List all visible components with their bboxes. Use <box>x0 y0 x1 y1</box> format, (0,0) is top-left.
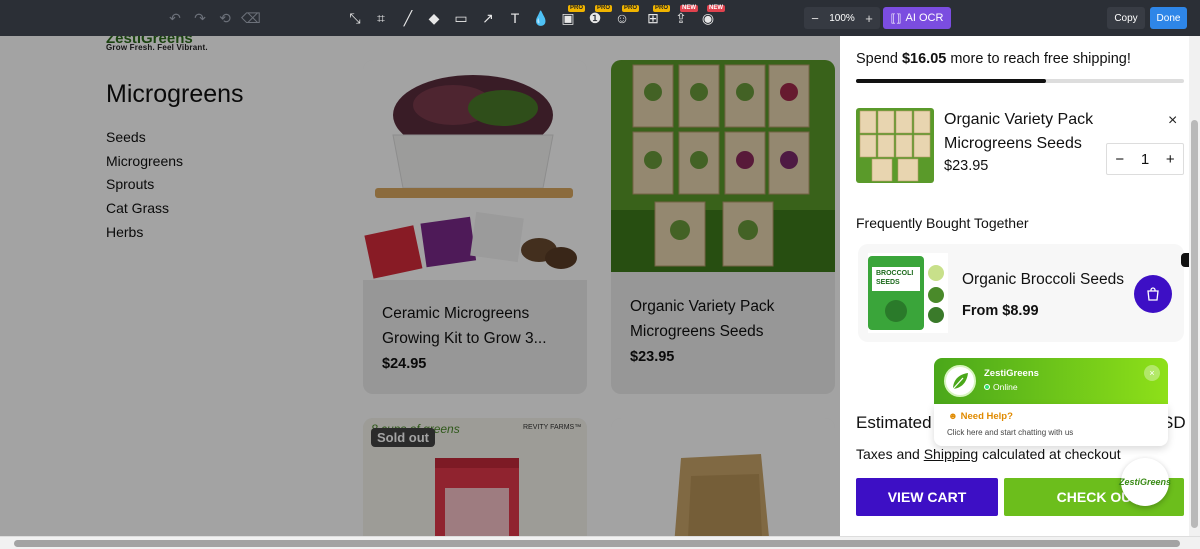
arrow-icon[interactable]: ↗ <box>479 9 497 27</box>
qty-value[interactable]: 1 <box>1141 151 1149 168</box>
online-dot-icon <box>984 384 990 390</box>
cart-item-price: $23.95 <box>944 158 989 174</box>
shipping-suffix: more to reach free shipping! <box>946 51 1131 67</box>
chat-launcher-button[interactable]: ZestiGreens <box>1118 458 1172 506</box>
rectangle-icon[interactable]: ▭ <box>452 9 470 27</box>
upload-icon[interactable]: ⇪ NEW <box>672 5 698 27</box>
shipping-prefix: Spend <box>856 51 902 67</box>
emoji-icon[interactable]: ☺ PRO <box>613 5 639 27</box>
zoom-control: − 100% + <box>804 7 880 29</box>
copy-button[interactable]: Copy <box>1107 7 1145 29</box>
tax-prefix: Taxes and <box>856 446 924 462</box>
shipping-progress-bar <box>856 79 1184 83</box>
shipping-link[interactable]: Shipping <box>924 446 979 462</box>
undo-icon[interactable]: ↶ <box>166 9 184 27</box>
vertical-scrollbar[interactable] <box>1189 36 1200 536</box>
leaf-icon <box>952 373 968 390</box>
chat-help-subtitle: Click here and start chatting with us <box>947 428 1074 437</box>
history-icon[interactable]: ⟲ <box>216 9 234 27</box>
shipping-amount: $16.05 <box>901 51 947 67</box>
sticker-icon[interactable]: ▣ PRO <box>559 5 585 27</box>
upsell-card: BROCCOLI SEEDS Organic Broccoli Seeds Fr… <box>858 244 1184 342</box>
page-dim-overlay[interactable] <box>0 36 840 536</box>
upsell-price: From $8.99 <box>962 303 1039 319</box>
crop-icon[interactable]: ⌗ <box>372 9 390 27</box>
ai-icon: ⟦⟧ <box>890 12 902 25</box>
quantity-stepper: − 1 + <box>1106 143 1184 175</box>
tax-message: Taxes and Shipping calculated at checkou… <box>856 446 1121 462</box>
remove-item-button[interactable]: × <box>1168 112 1177 130</box>
qty-increase-button[interactable]: + <box>1166 151 1175 168</box>
number-icon[interactable]: ❶ PRO <box>586 5 612 27</box>
zoom-in-button[interactable]: + <box>858 11 880 26</box>
blur-icon[interactable]: 💧 <box>532 9 550 27</box>
horizontal-scrollbar[interactable] <box>0 536 1200 549</box>
upsell-name[interactable]: Organic Broccoli Seeds <box>962 271 1124 289</box>
shopping-bag-icon <box>1147 287 1159 301</box>
tax-suffix: calculated at checkout <box>978 446 1121 462</box>
add-image-icon[interactable]: ⊞ PRO <box>644 5 670 27</box>
upsell-image[interactable]: BROCCOLI SEEDS <box>868 253 948 333</box>
editor-toolbar: ↶ ↷ ⟲ ⌫ ⤡ ⌗ ╱ ◆ ▭ ↗ T 💧 ▣ PRO ❶ PRO ☺ PRO ⊞… <box>0 0 1200 36</box>
chat-status-text: Online <box>993 382 1018 392</box>
zoom-out-button[interactable]: − <box>804 11 826 26</box>
estimated-total-label: Estimated <box>856 413 932 432</box>
vertical-scroll-thumb[interactable] <box>1191 120 1198 528</box>
horizontal-scroll-thumb[interactable] <box>14 540 1180 547</box>
free-shipping-message: Spend $16.05 more to reach free shipping… <box>856 51 1131 67</box>
done-button[interactable]: Done <box>1150 7 1187 29</box>
add-to-cart-button[interactable] <box>1134 275 1172 313</box>
waving-person-icon: ☻ <box>948 411 958 422</box>
chat-widget-body[interactable]: ☻ Need Help? Click here and start chatti… <box>934 404 1168 446</box>
chat-help-title: ☻ Need Help? <box>948 411 1013 422</box>
record-icon[interactable]: ◉ NEW <box>699 5 725 27</box>
redo-icon[interactable]: ↷ <box>191 9 209 27</box>
ai-ocr-label: AI OCR <box>905 12 944 24</box>
chat-status: Online <box>984 382 1018 392</box>
cart-item-image[interactable] <box>856 108 934 183</box>
shipping-progress-fill <box>856 79 1047 83</box>
chat-avatar <box>944 365 976 397</box>
chat-close-button[interactable]: × <box>1144 365 1160 381</box>
frequently-bought-title: Frequently Bought Together <box>856 215 1029 231</box>
cart-item-title[interactable]: Organic Variety Pack Microgreens Seeds <box>944 108 1124 156</box>
ai-ocr-button[interactable]: ⟦⟧ AI OCR <box>883 7 951 29</box>
pen-icon[interactable]: ╱ <box>399 9 417 27</box>
resize-icon[interactable]: ⤡ <box>346 9 364 27</box>
chat-help-text: Need Help? <box>960 411 1013 422</box>
text-icon[interactable]: T <box>506 9 524 27</box>
upsell-image-label: BROCCOLI SEEDS <box>876 270 914 286</box>
view-cart-button[interactable]: VIEW CART <box>856 478 998 516</box>
chat-agent-name: ZestiGreens <box>984 368 1039 379</box>
zoom-level: 100% <box>829 12 855 24</box>
fill-icon[interactable]: ◆ <box>425 9 443 27</box>
qty-decrease-button[interactable]: − <box>1115 151 1124 168</box>
chat-widget-header[interactable]: ZestiGreens Online × <box>934 358 1168 404</box>
chat-launcher-logo: ZestiGreens <box>1118 477 1172 487</box>
eraser-icon[interactable]: ⌫ <box>241 9 261 27</box>
